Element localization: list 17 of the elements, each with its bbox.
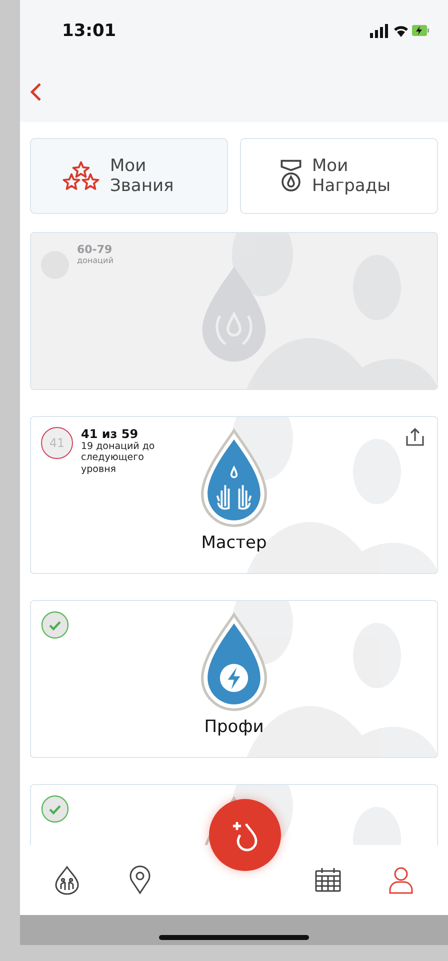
status-icons (370, 23, 430, 39)
rank-unit: донаций (77, 256, 114, 265)
donation-count: 41 из 59 (81, 427, 140, 441)
medal-icon (280, 158, 302, 194)
stars-icon (62, 160, 100, 192)
check-icon (41, 795, 69, 823)
rank-tab[interactable]: Мои Звания (30, 138, 228, 214)
share-icon[interactable] (405, 427, 425, 447)
rank-range: 60-79 (77, 243, 114, 256)
check-icon (41, 611, 69, 639)
rank-name: Мастер (201, 533, 267, 553)
rank-tab[interactable]: Мои Награды (240, 138, 438, 214)
back-button[interactable] (30, 82, 42, 102)
status-time: 13:01 (62, 21, 116, 41)
rank-subtitle: 19 донаций до следующего уровня (81, 441, 156, 476)
rank-name: Профи (204, 717, 264, 737)
calendar-icon[interactable] (312, 865, 343, 895)
